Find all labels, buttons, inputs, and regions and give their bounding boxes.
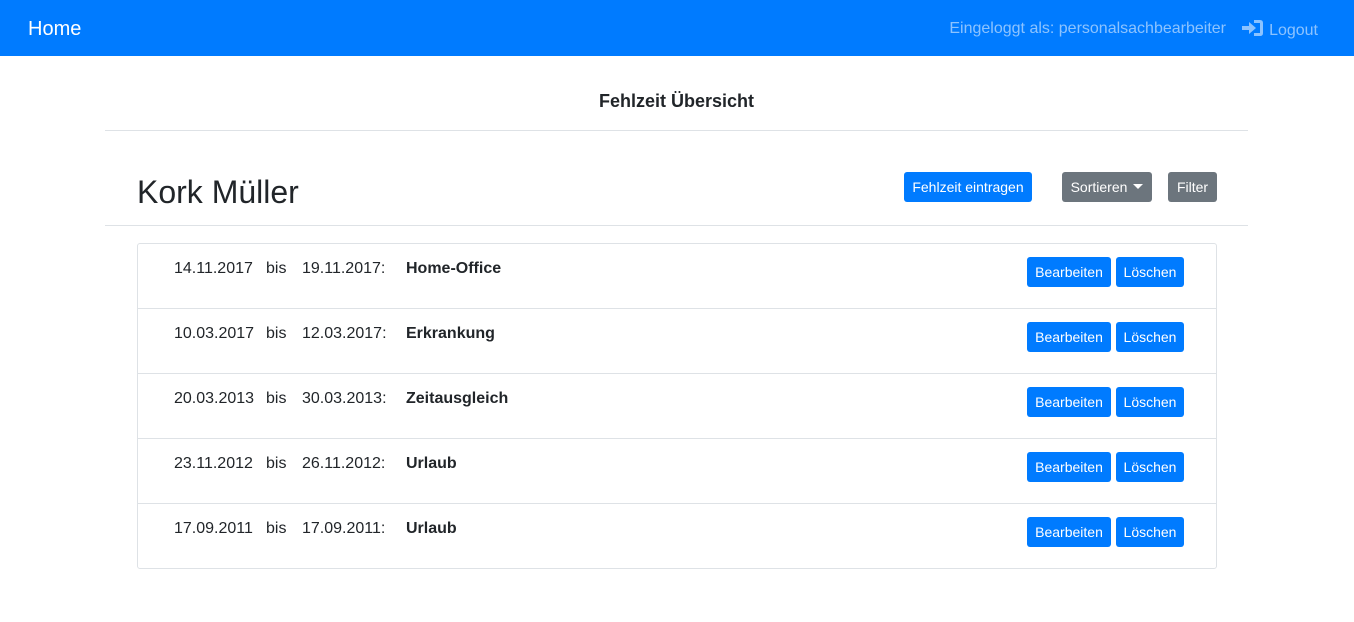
absence-end-date: 19.11.2017: <box>302 260 386 277</box>
absence-start-date: 17.09.2011 <box>174 520 253 537</box>
absence-type: Zeitausgleich <box>406 390 509 407</box>
absence-start-date: 23.11.2012 <box>174 455 253 472</box>
absence-row: 23.11.2012 bis 26.11.2012: Urlaub Bearbe… <box>138 438 1216 503</box>
absence-separator: bis <box>266 390 287 407</box>
logout-link[interactable]: Logout <box>1242 19 1318 41</box>
absence-type: Urlaub <box>406 520 457 537</box>
home-link[interactable]: Home <box>28 17 81 41</box>
page-title: Fehlzeit Übersicht <box>598 91 755 111</box>
absence-separator: bis <box>266 325 287 342</box>
absence-separator: bis <box>266 260 287 277</box>
absence-start-date: 14.11.2017 <box>174 260 253 277</box>
logged-in-user-text: Eingeloggt als: personalsachbearbeiter <box>949 20 1226 37</box>
absence-row: 17.09.2011 bis 17.09.2011: Urlaub Bearbe… <box>138 503 1216 568</box>
filter-button[interactable]: Filter <box>1168 172 1217 202</box>
edit-button[interactable]: Bearbeiten <box>1027 257 1111 287</box>
delete-button[interactable]: Löschen <box>1116 257 1184 287</box>
delete-button[interactable]: Löschen <box>1116 387 1184 417</box>
absence-row: 20.03.2013 bis 30.03.2013: Zeitausgleich… <box>138 373 1216 438</box>
absence-type: Urlaub <box>406 455 457 472</box>
edit-button[interactable]: Bearbeiten <box>1027 387 1111 417</box>
absence-start-date: 10.03.2017 <box>174 325 255 342</box>
absence-separator: bis <box>266 520 287 537</box>
header-divider <box>105 225 1248 226</box>
sort-dropdown-button[interactable]: Sortieren <box>1062 172 1152 202</box>
title-divider <box>105 130 1248 131</box>
absence-row: 10.03.2017 bis 12.03.2017: Erkrankung Be… <box>138 308 1216 373</box>
edit-button[interactable]: Bearbeiten <box>1027 322 1111 352</box>
edit-button[interactable]: Bearbeiten <box>1027 517 1111 547</box>
employee-name: Kork Müller <box>137 174 299 210</box>
absence-end-date: 30.03.2013: <box>302 390 387 407</box>
absence-row: 14.11.2017 bis 19.11.2017: Home-Office B… <box>138 244 1216 308</box>
top-navbar: Home Eingeloggt als: personalsachbearbei… <box>0 0 1354 56</box>
absence-type: Erkrankung <box>406 325 495 342</box>
logout-label: Logout <box>1269 22 1318 39</box>
add-absence-button[interactable]: Fehlzeit eintragen <box>904 172 1032 202</box>
caret-down-icon <box>1133 184 1144 189</box>
absence-type: Home-Office <box>406 260 502 277</box>
absence-list: 14.11.2017 bis 19.11.2017: Home-Office B… <box>137 243 1217 569</box>
delete-button[interactable]: Löschen <box>1116 322 1184 352</box>
delete-button[interactable]: Löschen <box>1116 517 1184 547</box>
delete-button[interactable]: Löschen <box>1116 452 1184 482</box>
absence-end-date: 17.09.2011: <box>302 520 386 537</box>
sort-label: Sortieren <box>1070 179 1128 195</box>
edit-button[interactable]: Bearbeiten <box>1027 452 1111 482</box>
absence-end-date: 12.03.2017: <box>302 325 387 342</box>
absence-separator: bis <box>266 455 287 472</box>
absence-end-date: 26.11.2012: <box>302 455 386 472</box>
absence-start-date: 20.03.2013 <box>174 390 255 407</box>
sign-in-icon <box>1242 20 1264 36</box>
